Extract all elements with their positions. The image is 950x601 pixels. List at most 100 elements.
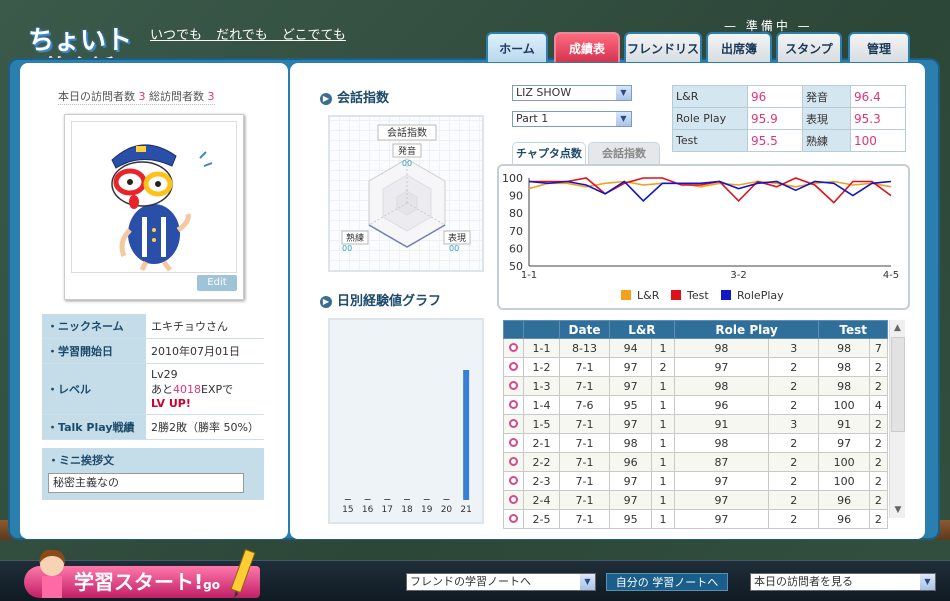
- tab-conversation-index[interactable]: 会話指数: [588, 142, 660, 164]
- table-row[interactable]: 1-5 7-1 97 1 91 3 91 2: [503, 414, 889, 434]
- table-cell: 2: [868, 509, 889, 529]
- tab-chapter-score[interactable]: チャプタ点数: [512, 142, 586, 164]
- legend-label: L&R: [637, 289, 660, 302]
- table-cell: 96: [673, 395, 770, 415]
- play-circle-icon[interactable]: [509, 342, 518, 352]
- my-note-button[interactable]: 自分の 学習ノートへ: [606, 573, 728, 591]
- y-tick-label: 80: [509, 207, 523, 220]
- table-scrollbar[interactable]: ▲ ▼: [889, 320, 905, 518]
- profile-row-start-date: ・学習開始日 2010年07月01日: [42, 338, 264, 364]
- table-cell: 97: [673, 471, 770, 491]
- table-row[interactable]: 2-3 7-1 97 1 97 2 100 2: [503, 471, 889, 491]
- table-cell: 100: [818, 395, 870, 415]
- profile-row-talk-play: ・Talk Play戦績 2勝2敗（勝率 50%）: [42, 414, 264, 440]
- table-cell: 2: [768, 433, 820, 453]
- table-cell: 7-1: [559, 414, 610, 434]
- play-circle-icon[interactable]: [509, 418, 518, 428]
- table-cell: 96: [818, 509, 870, 529]
- edit-avatar-button[interactable]: Edit: [197, 275, 237, 291]
- table-cell: 2: [768, 490, 820, 510]
- table-row[interactable]: 1-3 7-1 97 1 98 2 98 2: [503, 376, 889, 396]
- legend-swatch: [671, 290, 681, 300]
- table-row[interactable]: 1-4 7-6 95 1 96 2 100 4: [503, 395, 889, 415]
- bar: [423, 499, 430, 500]
- tab-friend-list[interactable]: フレンドリスト: [624, 32, 702, 86]
- x-tick-label: 21: [460, 505, 471, 515]
- table-cell: 2: [868, 433, 889, 453]
- table-cell: 97: [673, 357, 770, 377]
- avatar: [71, 121, 237, 273]
- bar-svg: 15 16 17 18 19 20 21: [342, 370, 472, 515]
- table-cell: 1-2: [523, 357, 560, 377]
- play-circle-icon[interactable]: [509, 437, 518, 447]
- mini-greeting-input[interactable]: 秘密主義なの: [48, 473, 244, 493]
- table-cell: 98: [818, 357, 870, 377]
- legend-label: RolePlay: [737, 289, 784, 302]
- table-cell: 7-1: [559, 471, 610, 491]
- part-select[interactable]: Part 1 ▼: [512, 111, 632, 127]
- table-cell: 1: [651, 490, 675, 510]
- chevron-down-icon[interactable]: ▼: [616, 86, 631, 100]
- table-cell: 98: [673, 376, 770, 396]
- table-cell: 98: [818, 376, 870, 396]
- chevron-down-icon[interactable]: ▼: [920, 574, 935, 590]
- table-row[interactable]: 2-5 7-1 95 1 97 2 96 2: [503, 509, 889, 529]
- legend-label: Test: [686, 289, 709, 302]
- play-circle-icon[interactable]: [509, 513, 518, 523]
- tab-attendance[interactable]: 出席簿: [706, 32, 772, 62]
- play-circle-icon[interactable]: [509, 475, 518, 485]
- visits-total: 3: [207, 90, 215, 103]
- show-select[interactable]: LIZ SHOW ▼: [512, 85, 632, 101]
- tab-home[interactable]: ホーム: [486, 32, 548, 62]
- table-cell: 2-4: [523, 490, 560, 510]
- table-row[interactable]: 2-1 7-1 98 1 98 2 97 2: [503, 433, 889, 453]
- table-row[interactable]: 1-2 7-1 97 2 97 2 98 2: [503, 357, 889, 377]
- scroll-down-icon[interactable]: ▼: [890, 502, 906, 518]
- table-cell: 1: [651, 338, 675, 358]
- tab-admin[interactable]: 管理: [848, 32, 910, 62]
- profile-row-level: ・レベル Lv29 あと4018EXPで LV UP!: [42, 363, 264, 415]
- scroll-up-icon[interactable]: ▲: [890, 320, 905, 336]
- radar-axis-skill: 熟練: [346, 232, 364, 244]
- play-circle-icon[interactable]: [509, 399, 518, 409]
- levelup-label: LV UP!: [151, 397, 191, 410]
- table-cell: 2: [768, 395, 820, 415]
- station-master-avatar-icon: [111, 144, 213, 272]
- y-tick-label: 90: [509, 190, 523, 203]
- friend-note-select[interactable]: フレンドの学習ノートへ ▼: [406, 573, 596, 591]
- table-cell: 7-1: [559, 509, 610, 529]
- y-tick-label: 60: [509, 242, 523, 255]
- table-cell: 87: [673, 452, 770, 472]
- character-girl-icon: [39, 549, 66, 598]
- radar-svg: 会話指数 発音 00 表現 00 熟練 00: [341, 124, 471, 253]
- play-circle-icon[interactable]: [509, 456, 518, 466]
- chevron-down-icon[interactable]: ▼: [616, 112, 631, 126]
- bar: [463, 370, 470, 500]
- play-circle-icon[interactable]: [509, 380, 518, 390]
- table-cell: 1-1: [523, 338, 560, 358]
- tab-stamp[interactable]: スタンプ: [776, 32, 842, 62]
- play-circle-icon[interactable]: [509, 494, 518, 504]
- radar-value-pronunciation: 00: [402, 159, 412, 168]
- chevron-down-icon[interactable]: ▼: [580, 574, 595, 590]
- score-summary-table: L&R 96 発音 96.4 Role Play 95.9 表現 95.3 Te…: [672, 85, 906, 152]
- tab-report[interactable]: 成績表: [554, 32, 620, 62]
- table-row[interactable]: 2-2 7-1 96 1 87 2 100 2: [503, 452, 889, 472]
- radar-value-skill: 00: [342, 244, 352, 253]
- mini-greeting: ・ミニ挨拶文 秘密主義なの: [42, 448, 264, 500]
- table-cell: 2: [768, 471, 820, 491]
- talk-play-value: 2勝2敗（勝率 50%）: [146, 414, 264, 440]
- table-cell: 2: [868, 471, 889, 491]
- table-cell: 7-6: [559, 395, 610, 415]
- col-test: Test: [818, 320, 888, 339]
- table-cell: 1: [651, 509, 675, 529]
- table-cell: 2: [868, 452, 889, 472]
- bar: [364, 499, 371, 500]
- table-row[interactable]: 2-4 7-1 97 1 97 2 96 2: [503, 490, 889, 510]
- table-cell: 97: [673, 490, 770, 510]
- y-tick-label: 70: [509, 225, 523, 238]
- scroll-thumb[interactable]: [891, 337, 905, 432]
- table-row[interactable]: 1-1 8-13 94 1 98 3 98 7: [503, 338, 889, 358]
- visitors-select[interactable]: 本日の訪問者を見る ▼: [750, 573, 936, 591]
- play-circle-icon[interactable]: [509, 361, 518, 371]
